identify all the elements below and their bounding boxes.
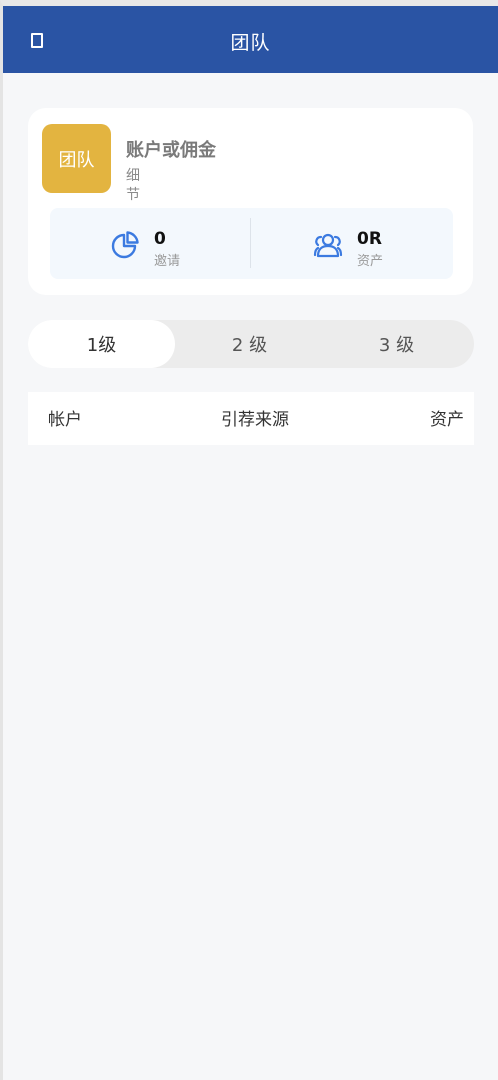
pie-chart-icon <box>111 231 139 259</box>
page-title: 团队 <box>230 32 271 54</box>
invites-stat[interactable]: 0 邀请 <box>50 208 250 279</box>
tab-level-1[interactable]: 1级 <box>28 320 175 368</box>
column-account: 帐户 <box>48 410 82 430</box>
level-tabs: 1级 2 级 3 级 <box>28 320 474 368</box>
invites-value: 0 <box>154 229 166 249</box>
team-summary-card: 团队 账户或佣金 细节 0 邀请 0R 资产 <box>28 108 473 295</box>
top-app-bar: 团队 <box>3 6 498 73</box>
referral-table-header: 帐户 引荐来源 资产 <box>28 392 474 445</box>
users-icon <box>313 233 343 258</box>
tab-level-3[interactable]: 3 级 <box>323 320 470 368</box>
invites-label: 邀请 <box>154 254 181 269</box>
team-badge: 团队 <box>42 124 111 193</box>
details-link[interactable]: 细节 <box>126 167 144 205</box>
tab-level-2[interactable]: 2 级 <box>176 320 323 368</box>
stats-panel: 0 邀请 0R 资产 <box>50 208 453 279</box>
card-title: 账户或佣金 <box>126 140 216 161</box>
column-referrer: 引荐来源 <box>221 410 289 430</box>
assets-stat[interactable]: 0R 资产 <box>251 208 453 279</box>
assets-value: 0R <box>357 229 382 249</box>
column-assets: 资产 <box>430 410 464 430</box>
assets-label: 资产 <box>357 254 384 269</box>
